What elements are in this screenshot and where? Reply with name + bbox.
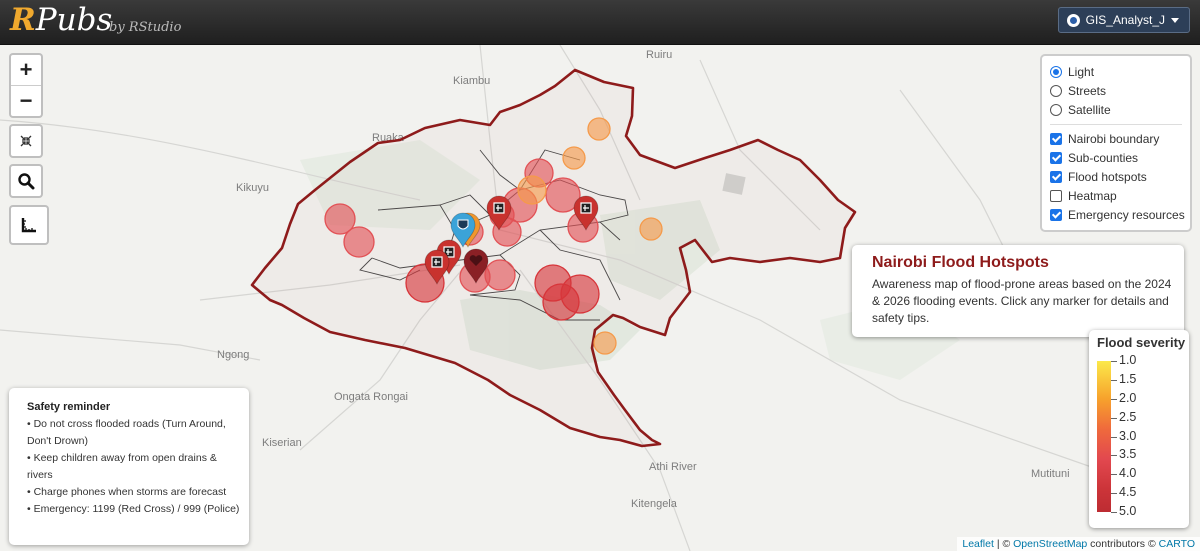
reset-view-button[interactable] <box>9 124 43 158</box>
legend-tick-label: 3.0 <box>1119 428 1137 443</box>
boundary-checkbox[interactable] <box>1050 132 1062 145</box>
layers-separator <box>1050 124 1182 125</box>
byline: by RStudio <box>109 20 182 35</box>
safety-item: • Keep children away from open drains & … <box>27 452 217 481</box>
legend-tick <box>1111 398 1117 400</box>
flood-hotspot-circle[interactable] <box>639 217 663 241</box>
basemap-label-light: Light <box>1068 64 1095 79</box>
shield-icon <box>457 219 469 230</box>
search-icon <box>18 173 35 190</box>
place-ngong: Ngong <box>217 349 249 361</box>
map-attribution: Leaflet | © OpenStreetMap contributors ©… <box>957 537 1200 551</box>
user-menu-button[interactable]: GIS_Analyst_J <box>1057 7 1190 33</box>
attr-mid: contributors © <box>1087 538 1159 550</box>
legend-tick <box>1111 493 1117 495</box>
emergency-checkbox[interactable] <box>1050 208 1062 221</box>
user-icon <box>1066 13 1080 27</box>
place-kiambu: Kiambu <box>453 75 490 87</box>
zoom-control: + − <box>9 53 43 118</box>
legend-tick <box>1111 379 1117 381</box>
top-navbar: RPubs by RStudio GIS_Analyst_J <box>0 0 1200 45</box>
safety-title: Safety reminder <box>27 401 111 413</box>
legend-tick <box>1111 417 1117 419</box>
legend-tick-label: 2.5 <box>1119 409 1137 424</box>
legend-tick-label: 2.0 <box>1119 390 1137 405</box>
safety-item: • Charge phones when storms are forecast <box>27 486 227 498</box>
legend-tick <box>1111 474 1117 476</box>
info-text: Awareness map of flood-prone areas based… <box>872 277 1172 325</box>
carto-link[interactable]: CARTO <box>1159 538 1195 550</box>
overlay-label-boundary: Nairobi boundary <box>1068 131 1160 146</box>
satellite-radio[interactable] <box>1050 103 1062 116</box>
legend-tick-label: 3.5 <box>1119 447 1137 462</box>
basemap-option-light[interactable]: Light <box>1050 62 1190 81</box>
place-ongata-rongai: Ongata Rongai <box>334 391 408 403</box>
legend-tick <box>1111 361 1117 362</box>
layers-control: Light Streets Satellite Nairobi boundary… <box>1040 54 1192 232</box>
info-title: Nairobi Flood Hotspots <box>872 254 1049 271</box>
rpubs-logo[interactable]: RPubs <box>10 2 112 38</box>
heatmap-checkbox[interactable] <box>1050 189 1062 202</box>
legend-tick-label: 5.0 <box>1119 504 1137 518</box>
overlay-option-subcounties[interactable]: Sub-counties <box>1050 148 1190 167</box>
safety-item: • Emergency: 1199 (Red Cross) / 999 (Pol… <box>27 503 240 515</box>
medkit-icon <box>580 202 592 214</box>
zoom-in-button[interactable]: + <box>11 55 41 85</box>
overlay-label-hotspots: Flood hotspots <box>1068 169 1147 184</box>
flood-hotspot-circle[interactable] <box>517 175 547 205</box>
legend-tick-label: 1.0 <box>1119 353 1137 367</box>
overlay-label-subcounties: Sub-counties <box>1068 150 1139 165</box>
medkit-icon <box>431 256 443 268</box>
safety-item: • Do not cross flooded roads (Turn Aroun… <box>27 418 226 447</box>
flood-hotspot-circle[interactable] <box>343 226 375 258</box>
overlay-option-heatmap[interactable]: Heatmap <box>1050 186 1190 205</box>
place-ruiru: Ruiru <box>646 49 672 61</box>
measure-button[interactable] <box>9 205 49 245</box>
legend-tick-label: 4.5 <box>1119 485 1137 500</box>
medkit-icon <box>493 202 505 214</box>
severity-legend: Flood severity 1.0 1.5 2.0 2.5 3.0 3.5 4.0 4.5 5… <box>1089 330 1189 528</box>
osm-link[interactable]: OpenStreetMap <box>1013 538 1087 550</box>
flood-hotspot-circle[interactable] <box>593 331 617 355</box>
overlay-label-heatmap: Heatmap <box>1068 188 1117 203</box>
basemap-label-satellite: Satellite <box>1068 102 1111 117</box>
leaflet-link[interactable]: Leaflet <box>962 538 994 550</box>
overlay-option-emergency[interactable]: Emergency resources <box>1050 205 1190 224</box>
overlay-label-emergency: Emergency resources <box>1068 207 1185 222</box>
legend-tick-label: 1.5 <box>1119 371 1137 386</box>
light-radio[interactable] <box>1050 65 1062 78</box>
subcounties-checkbox[interactable] <box>1050 151 1062 164</box>
zoom-out-button[interactable]: − <box>11 85 41 116</box>
collapse-arrows-icon <box>20 135 32 147</box>
attr-sep: | © <box>993 538 1014 550</box>
flood-hotspot-circle[interactable] <box>587 117 611 141</box>
legend-tick <box>1111 455 1117 457</box>
legend-colorbar <box>1097 361 1111 512</box>
legend-tick-label: 4.0 <box>1119 466 1137 481</box>
place-kitengela: Kitengela <box>631 498 678 510</box>
ruler-icon <box>21 218 36 233</box>
flood-hotspot-circle[interactable] <box>560 274 600 314</box>
basemap-option-streets[interactable]: Streets <box>1050 81 1190 100</box>
flood-hotspot-circle[interactable] <box>562 146 586 170</box>
legend-title: Flood severity <box>1097 335 1186 350</box>
place-mutituni: Mutituni <box>1031 468 1070 480</box>
user-name: GIS_Analyst_J <box>1085 13 1165 27</box>
place-kiserian: Kiserian <box>262 437 302 449</box>
legend-tick <box>1111 512 1117 513</box>
overlay-option-boundary[interactable]: Nairobi boundary <box>1050 129 1190 148</box>
legend-tick <box>1111 436 1117 438</box>
info-panel: Nairobi Flood Hotspots Awareness map of … <box>852 245 1184 337</box>
search-button[interactable] <box>9 164 43 198</box>
streets-radio[interactable] <box>1050 84 1062 97</box>
place-kikuyu: Kikuyu <box>236 182 269 194</box>
place-athi-river: Athi River <box>649 461 697 473</box>
safety-list: • Do not cross flooded roads (Turn Aroun… <box>27 416 242 518</box>
overlay-option-hotspots[interactable]: Flood hotspots <box>1050 167 1190 186</box>
safety-panel: Safety reminder • Do not cross flooded r… <box>9 388 249 545</box>
basemap-label-streets: Streets <box>1068 83 1107 98</box>
caret-down-icon <box>1171 17 1179 23</box>
hotspots-checkbox[interactable] <box>1050 170 1062 183</box>
basemap-option-satellite[interactable]: Satellite <box>1050 100 1190 119</box>
